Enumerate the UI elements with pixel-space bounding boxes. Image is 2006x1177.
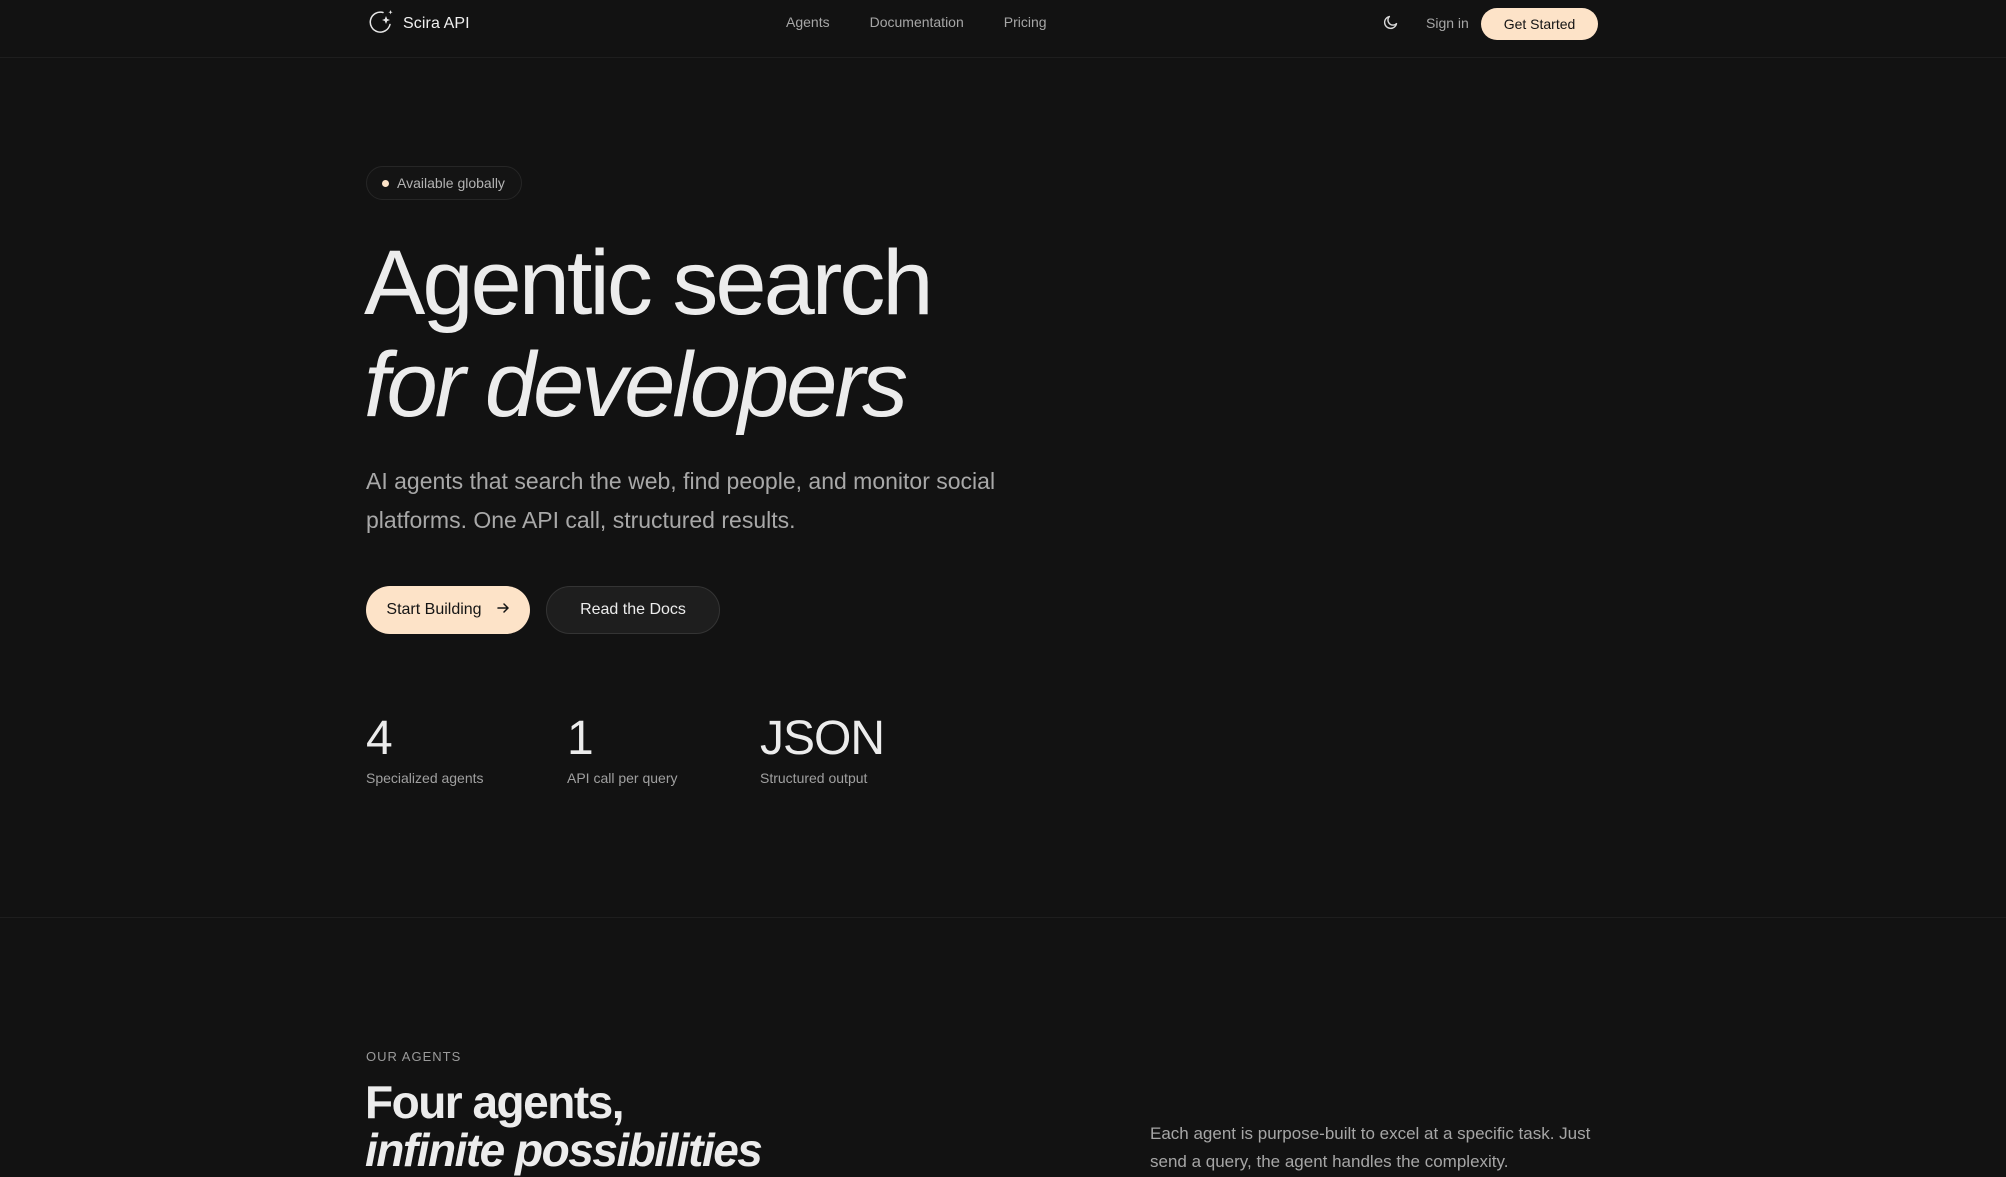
sparkle-moon-icon xyxy=(366,8,394,41)
section-divider xyxy=(0,917,2006,918)
nav-link-agents[interactable]: Agents xyxy=(786,14,830,30)
stat-label: Structured output xyxy=(760,770,868,786)
stat-value: JSON xyxy=(760,712,885,765)
nav-link-documentation[interactable]: Documentation xyxy=(870,14,964,30)
start-building-button[interactable]: Start Building xyxy=(366,586,530,634)
badge-text: Available globally xyxy=(397,175,505,191)
stat-value: 1 xyxy=(567,712,594,765)
hero-title: Agentic search for developers xyxy=(364,232,1124,436)
brand-link[interactable]: Scira API xyxy=(366,8,470,41)
moon-icon xyxy=(1383,14,1399,35)
hero-title-line2: for developers xyxy=(364,334,908,436)
navbar: Scira API Agents Documentation Pricing S… xyxy=(0,0,2006,58)
theme-toggle-button[interactable] xyxy=(1380,13,1402,35)
read-docs-button[interactable]: Read the Docs xyxy=(546,586,720,634)
stat-label: API call per query xyxy=(567,770,678,786)
stat-label: Specialized agents xyxy=(366,770,484,786)
nav-link-pricing[interactable]: Pricing xyxy=(1004,14,1047,30)
stat-agents: 4 Specialized agents xyxy=(366,710,484,786)
read-docs-label: Read the Docs xyxy=(580,601,686,618)
nav-links: Agents Documentation Pricing xyxy=(786,14,1047,30)
hero-subtitle: AI agents that search the web, find peop… xyxy=(366,468,996,533)
section-title-line1: Four agents, xyxy=(365,1076,625,1128)
stat-value: 4 xyxy=(366,712,393,765)
stat-api-calls: 1 API call per query xyxy=(567,710,678,786)
start-building-label: Start Building xyxy=(386,601,482,618)
status-dot xyxy=(382,179,389,187)
get-started-button[interactable]: Get Started xyxy=(1481,8,1598,40)
stat-output: JSON Structured output xyxy=(760,710,885,786)
sign-in-link[interactable]: Sign in xyxy=(1426,15,1469,31)
availability-badge: Available globally xyxy=(366,166,522,200)
arrow-right-icon xyxy=(496,601,510,620)
section-eyebrow: OUR AGENTS xyxy=(366,1049,462,1064)
brand-name: Scira API xyxy=(403,15,470,32)
hero-title-line1: Agentic search xyxy=(364,232,934,334)
section-description: Each agent is purpose-built to excel at … xyxy=(1150,1124,1591,1171)
section-title: Four agents, infinite possibilities xyxy=(365,1078,965,1174)
section-title-line2: infinite possibilities xyxy=(365,1124,763,1176)
landing-page: Scira API Agents Documentation Pricing S… xyxy=(0,0,2006,1177)
